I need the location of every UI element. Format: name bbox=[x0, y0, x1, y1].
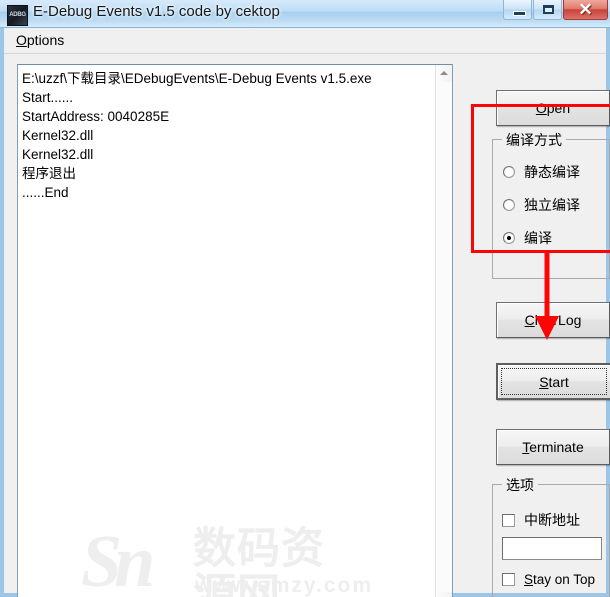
log-text-content: E:\uzzf\下载目录\EDebugEvents\E-Debug Events… bbox=[18, 65, 436, 597]
application-window: ADBG E-Debug Events v1.5 code by cektop … bbox=[0, 0, 610, 597]
log-line: E:\uzzf\下载目录\EDebugEvents\E-Debug Events… bbox=[22, 71, 372, 86]
scrollbar-track[interactable] bbox=[436, 82, 452, 592]
options-group-title: 选项 bbox=[502, 475, 538, 495]
right-control-panel: Open 编译方式 静态编译 独立编译 编译 ClearLog Start Te… bbox=[468, 56, 610, 597]
menu-bar: Options bbox=[4, 28, 606, 54]
radio-compile-mark bbox=[503, 232, 515, 244]
maximize-icon bbox=[543, 5, 554, 14]
compile-method-group: 编译方式 静态编译 独立编译 编译 bbox=[492, 130, 610, 279]
checkbox-stay-on-top-mark bbox=[502, 573, 515, 586]
radio-static-compile-mark bbox=[503, 166, 515, 178]
log-vertical-scrollbar[interactable] bbox=[435, 65, 452, 597]
log-line: 程序退出 bbox=[22, 166, 76, 181]
log-line: Start...... bbox=[22, 90, 74, 105]
clearlog-button-label: ClearLog bbox=[524, 312, 582, 328]
radio-independent-compile-label: 独立编译 bbox=[524, 198, 580, 214]
radio-static-compile[interactable]: 静态编译 bbox=[503, 162, 580, 182]
client-area: Options E:\uzzf\下载目录\EDebugEvents\E-Debu… bbox=[4, 28, 610, 597]
close-button[interactable]: ✕ bbox=[563, 0, 608, 20]
log-line: ......End bbox=[22, 185, 69, 200]
scroll-down-button[interactable] bbox=[436, 592, 452, 597]
clearlog-button[interactable]: ClearLog bbox=[496, 302, 610, 338]
compile-method-group-title: 编译方式 bbox=[502, 130, 566, 150]
checkbox-stay-on-top-label: Stay on Top bbox=[524, 572, 596, 587]
terminate-button[interactable]: Terminate bbox=[496, 429, 610, 465]
menu-item-options[interactable]: Options bbox=[16, 32, 64, 48]
log-line: StartAddress: 0040285E bbox=[22, 109, 170, 124]
menu-item-options-accel: O bbox=[16, 32, 27, 48]
checkbox-stay-on-top[interactable]: Stay on Top bbox=[502, 572, 595, 587]
menu-item-options-label: ptions bbox=[26, 32, 65, 48]
log-line: Kernel32.dll bbox=[22, 147, 94, 162]
start-button[interactable]: Start bbox=[496, 363, 610, 400]
radio-compile[interactable]: 编译 bbox=[503, 228, 552, 248]
open-button[interactable]: Open bbox=[496, 90, 610, 126]
radio-independent-compile[interactable]: 独立编译 bbox=[503, 195, 580, 215]
checkbox-break-address-label: 中断地址 bbox=[524, 513, 580, 529]
break-address-input[interactable] bbox=[502, 537, 602, 560]
open-button-label: Open bbox=[535, 100, 571, 116]
minimize-button[interactable] bbox=[503, 0, 532, 20]
minimize-icon bbox=[513, 11, 526, 16]
log-textarea[interactable]: E:\uzzf\下载目录\EDebugEvents\E-Debug Events… bbox=[17, 64, 453, 597]
window-title: E-Debug Events v1.5 code by cektop bbox=[33, 3, 280, 20]
checkbox-break-address-mark bbox=[502, 513, 515, 527]
start-button-label: Start bbox=[539, 373, 569, 390]
title-bar[interactable]: ADBG E-Debug Events v1.5 code by cektop … bbox=[0, 0, 610, 28]
maximize-button[interactable] bbox=[533, 0, 562, 20]
terminate-button-label: Terminate bbox=[522, 439, 584, 455]
caption-button-group: ✕ bbox=[502, 0, 608, 20]
checkbox-break-address[interactable]: 中断地址 bbox=[502, 510, 580, 530]
close-icon: ✕ bbox=[578, 0, 593, 19]
radio-independent-compile-mark bbox=[503, 199, 515, 211]
chevron-up-icon bbox=[440, 71, 448, 75]
options-group: 选项 中断地址 Stay on Top bbox=[492, 475, 610, 597]
app-icon: ADBG bbox=[7, 5, 28, 26]
radio-compile-label: 编译 bbox=[524, 231, 552, 247]
scroll-up-button[interactable] bbox=[436, 65, 452, 82]
app-icon-label: ADBG bbox=[9, 12, 26, 18]
radio-static-compile-label: 静态编译 bbox=[524, 165, 580, 181]
log-line: Kernel32.dll bbox=[22, 128, 94, 143]
